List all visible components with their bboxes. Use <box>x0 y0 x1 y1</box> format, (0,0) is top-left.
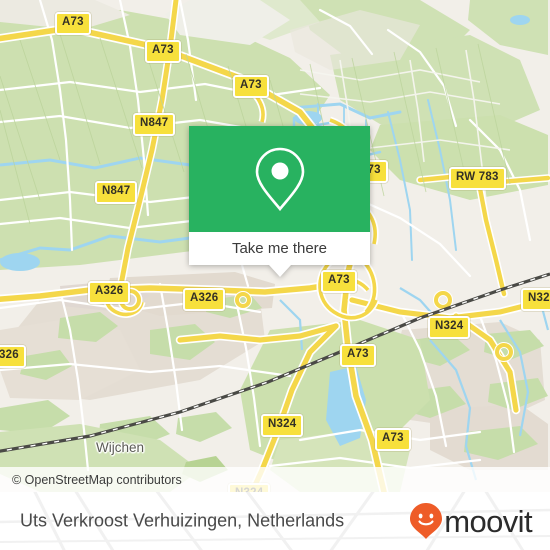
road-shield[interactable]: A73 <box>375 428 411 451</box>
location-title: Uts Verkroost Verhuizingen, Netherlands <box>20 510 345 531</box>
road-shield[interactable]: RW 783 <box>449 167 506 190</box>
osm-attribution-text[interactable]: © OpenStreetMap contributors <box>12 473 182 487</box>
map-result-screenshot: Wijchen A73 A73 A73 A73 N847 N847 RW 783… <box>0 0 550 550</box>
moovit-brand[interactable]: moovit <box>409 502 533 540</box>
take-me-there-label: Take me there <box>231 240 328 257</box>
road-shield[interactable]: 326 <box>0 345 26 368</box>
road-shield[interactable]: A326 <box>183 288 226 311</box>
popup-header <box>189 126 370 232</box>
road-shield[interactable]: N324 <box>261 414 304 437</box>
popup-pointer <box>269 265 291 277</box>
road-shield[interactable]: A73 <box>340 344 376 367</box>
road-shield[interactable]: N324 <box>428 316 471 339</box>
road-shield[interactable]: N847 <box>133 113 176 136</box>
map-attribution-bar: © OpenStreetMap contributors <box>0 467 550 492</box>
road-shield[interactable]: A73 <box>321 270 357 293</box>
popup-action-row[interactable]: Take me there <box>189 232 370 265</box>
road-shield[interactable]: A73 <box>55 12 91 35</box>
map-canvas[interactable]: Wijchen A73 A73 A73 A73 N847 N847 RW 783… <box>0 0 550 492</box>
footer-bar: Uts Verkroost Verhuizingen, Netherlands … <box>0 492 550 550</box>
road-shield[interactable]: N326 <box>521 288 550 311</box>
map-pin-icon <box>255 147 304 212</box>
road-shield[interactable]: A326 <box>88 281 131 304</box>
place-label-wijchen: Wijchen <box>96 440 145 455</box>
road-shield[interactable]: A73 <box>233 75 269 98</box>
moovit-wordmark: moovit <box>444 503 532 539</box>
road-shield[interactable]: N847 <box>95 181 138 204</box>
moovit-smiley-pin-icon <box>410 503 443 539</box>
location-popup-card[interactable]: Take me there <box>189 126 370 277</box>
road-shield[interactable]: A73 <box>145 40 181 63</box>
